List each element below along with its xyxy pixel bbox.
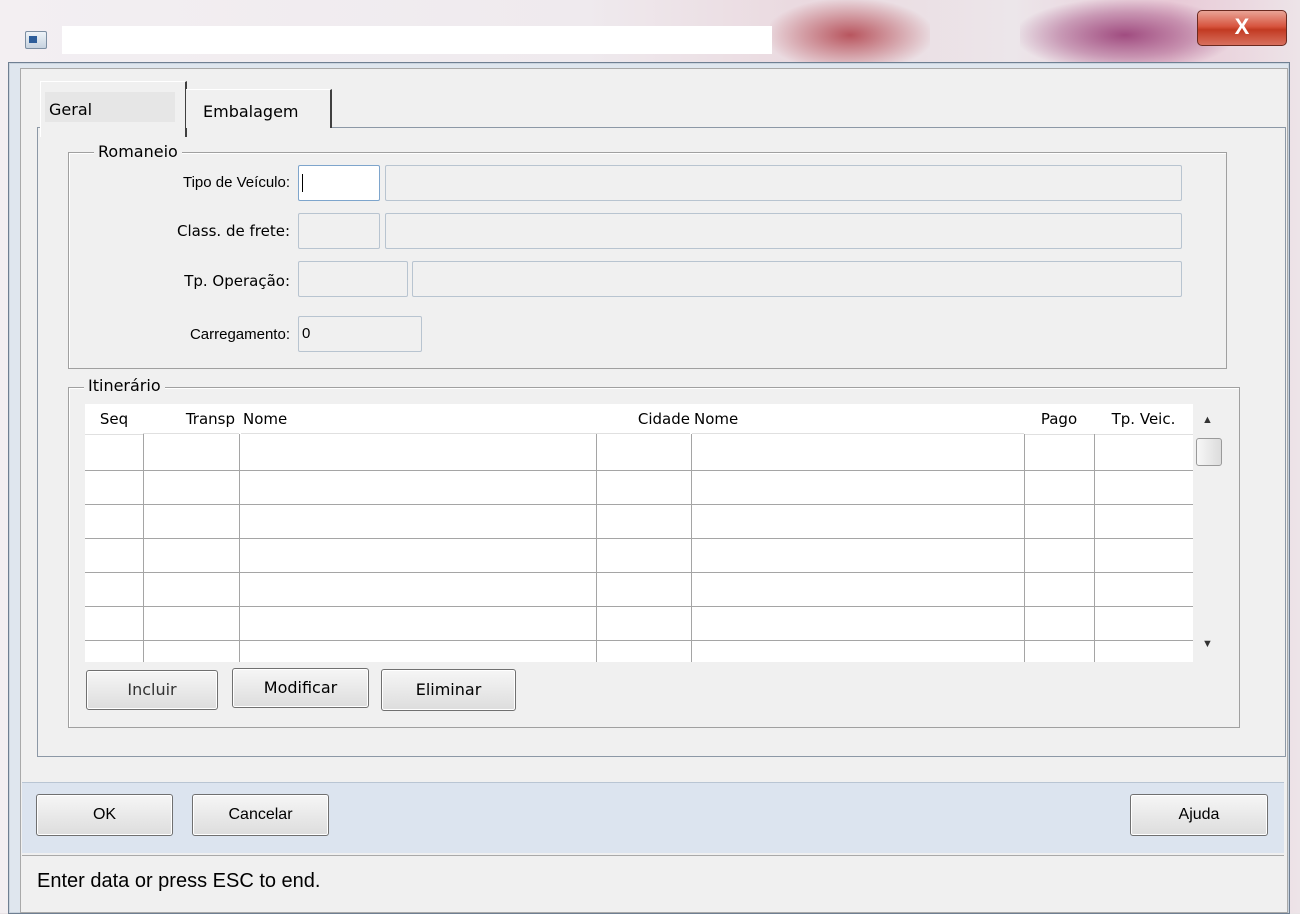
column-header-nome[interactable]: Nome	[241, 404, 596, 434]
tp-operacao-description-field	[412, 261, 1182, 297]
class-frete-code-input[interactable]	[298, 213, 380, 249]
carregamento-field: 0	[298, 316, 422, 352]
grid-column-divider	[239, 434, 240, 662]
grid-column-divider	[1094, 434, 1095, 662]
grid-row-divider	[85, 640, 1193, 641]
romaneio-legend: Romaneio	[94, 142, 182, 161]
grid-row-divider	[85, 572, 1193, 573]
column-header-transp[interactable]: Transp	[143, 404, 239, 434]
class-frete-description-field	[385, 213, 1182, 249]
column-header-cidade-nome[interactable]: Nome	[692, 404, 1024, 434]
grid-column-divider	[596, 434, 597, 662]
column-header-cidade[interactable]: Cidade	[596, 404, 690, 434]
class-frete-label: Class. de frete:	[176, 222, 290, 240]
status-message: Enter data or press ESC to end.	[37, 870, 321, 892]
grid-column-divider	[691, 434, 692, 662]
grid-row-divider	[85, 504, 1193, 505]
close-button[interactable]: X	[1197, 10, 1287, 46]
tab-embalagem-label: Embalagem	[203, 102, 299, 121]
tab-embalagem[interactable]: Embalagem	[186, 89, 332, 128]
scroll-down-arrow-icon[interactable]: ▼	[1202, 638, 1213, 650]
tp-operacao-label: Tp. Operação:	[184, 272, 290, 290]
itinerario-vertical-scrollbar[interactable]: ▲ ▼	[1193, 404, 1225, 662]
column-header-pago[interactable]: Pago	[1024, 404, 1094, 435]
window-app-icon	[25, 31, 47, 49]
text-cursor	[302, 174, 303, 193]
grid-column-divider	[143, 434, 144, 662]
tipo-veiculo-code-input[interactable]	[298, 165, 380, 201]
tab-geral-label: Geral	[49, 100, 93, 119]
incluir-button[interactable]: Incluir	[86, 670, 218, 710]
desktop-decoration	[770, 0, 930, 70]
tipo-veiculo-description-field	[385, 165, 1182, 201]
window-title	[62, 26, 772, 54]
itinerario-legend: Itinerário	[84, 376, 165, 395]
grid-row-divider	[85, 470, 1193, 471]
tab-geral[interactable]: Geral	[40, 81, 187, 137]
itinerario-table[interactable]: Seq Transp Nome Cidade Nome Pago Tp. Vei…	[85, 404, 1225, 662]
column-header-seq[interactable]: Seq	[85, 404, 143, 435]
cancelar-button[interactable]: Cancelar	[192, 794, 329, 836]
ok-button[interactable]: OK	[36, 794, 173, 836]
column-header-tp-veic[interactable]: Tp. Veic.	[1094, 404, 1193, 435]
carregamento-label: Carregamento:	[189, 326, 290, 343]
grid-column-divider	[1024, 434, 1025, 662]
scrollbar-thumb[interactable]	[1196, 438, 1222, 466]
tp-operacao-code-input[interactable]	[298, 261, 408, 297]
status-bar: Enter data or press ESC to end.	[22, 855, 1284, 910]
modificar-button[interactable]: Modificar	[232, 668, 369, 708]
ajuda-button[interactable]: Ajuda	[1130, 794, 1268, 836]
tipo-veiculo-label: Tipo de Veículo:	[182, 174, 290, 191]
scroll-up-arrow-icon[interactable]: ▲	[1202, 414, 1213, 426]
eliminar-button[interactable]: Eliminar	[381, 669, 516, 711]
grid-row-divider	[85, 538, 1193, 539]
grid-row-divider	[85, 606, 1193, 607]
